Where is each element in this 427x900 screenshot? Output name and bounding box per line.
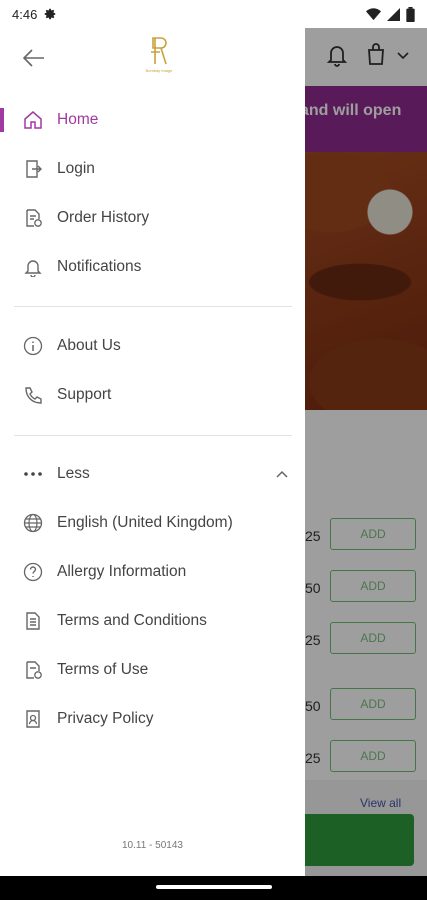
- system-nav-bar: [0, 876, 427, 900]
- menu-item-home[interactable]: Home: [0, 100, 305, 140]
- home-icon: [22, 109, 44, 131]
- menu-item-label: About Us: [57, 337, 121, 354]
- menu-item-label: English (United Kingdom): [57, 514, 233, 531]
- menu-item-login[interactable]: Login: [0, 149, 305, 189]
- signal-icon: [387, 7, 400, 21]
- menu-item-notifications[interactable]: Notifications: [0, 247, 305, 287]
- menu-item-about-us[interactable]: About Us: [0, 326, 305, 366]
- gear-icon: [45, 8, 56, 20]
- menu-item-label: Terms and Conditions: [57, 612, 207, 629]
- status-time: 4:46: [12, 6, 38, 22]
- phone-icon: [22, 384, 44, 406]
- navigation-drawer: Bombay Image Home Login Order History No…: [0, 28, 305, 876]
- back-button[interactable]: [20, 44, 48, 72]
- home-gesture-handle[interactable]: [156, 885, 272, 889]
- globe-icon: [22, 512, 44, 534]
- menu-item-label: Notifications: [57, 258, 142, 275]
- version-text: 10.11 - 50143: [122, 840, 183, 851]
- menu-item-privacy-policy[interactable]: Privacy Policy: [0, 699, 305, 739]
- question-icon: [22, 561, 44, 583]
- logo: Bombay Image: [136, 36, 182, 82]
- battery-icon: [406, 6, 415, 22]
- divider: [14, 306, 292, 307]
- logo-mark-icon: [151, 37, 167, 65]
- menu-item-label: Order History: [57, 209, 150, 226]
- privacy-icon: [22, 708, 44, 730]
- menu-item-label: Support: [57, 386, 112, 403]
- menu-item-terms-of-use[interactable]: Terms of Use: [0, 650, 305, 690]
- menu-item-label: Terms of Use: [57, 661, 149, 678]
- menu-item-label: Home: [57, 111, 99, 128]
- menu-item-order-history[interactable]: Order History: [0, 198, 305, 238]
- chevron-up-icon: [272, 464, 292, 484]
- document-check-icon: [22, 659, 44, 681]
- menu-item-label: Allergy Information: [57, 563, 187, 580]
- info-icon: [22, 335, 44, 357]
- menu-item-support[interactable]: Support: [0, 375, 305, 415]
- menu-item-label: Login: [57, 160, 95, 177]
- less-label: Less: [57, 465, 90, 482]
- divider: [14, 435, 292, 436]
- status-bar: 4:46: [0, 0, 427, 28]
- login-icon: [22, 158, 44, 180]
- document-icon: [22, 610, 44, 632]
- order-history-icon: [22, 207, 44, 229]
- bell-icon: [22, 256, 44, 278]
- logo-text: Bombay Image: [145, 68, 173, 73]
- menu-item-language[interactable]: English (United Kingdom): [0, 503, 305, 543]
- menu-item-terms-and-conditions[interactable]: Terms and Conditions: [0, 601, 305, 641]
- less-toggle[interactable]: Less: [0, 454, 305, 494]
- active-indicator: [0, 108, 4, 132]
- menu-item-label: Privacy Policy: [57, 710, 154, 727]
- menu-item-allergy-information[interactable]: Allergy Information: [0, 552, 305, 592]
- drawer-header: Bombay Image: [0, 28, 305, 90]
- more-dots-icon: [22, 463, 44, 485]
- wifi-icon: [366, 7, 381, 20]
- arrow-left-icon: [23, 49, 44, 67]
